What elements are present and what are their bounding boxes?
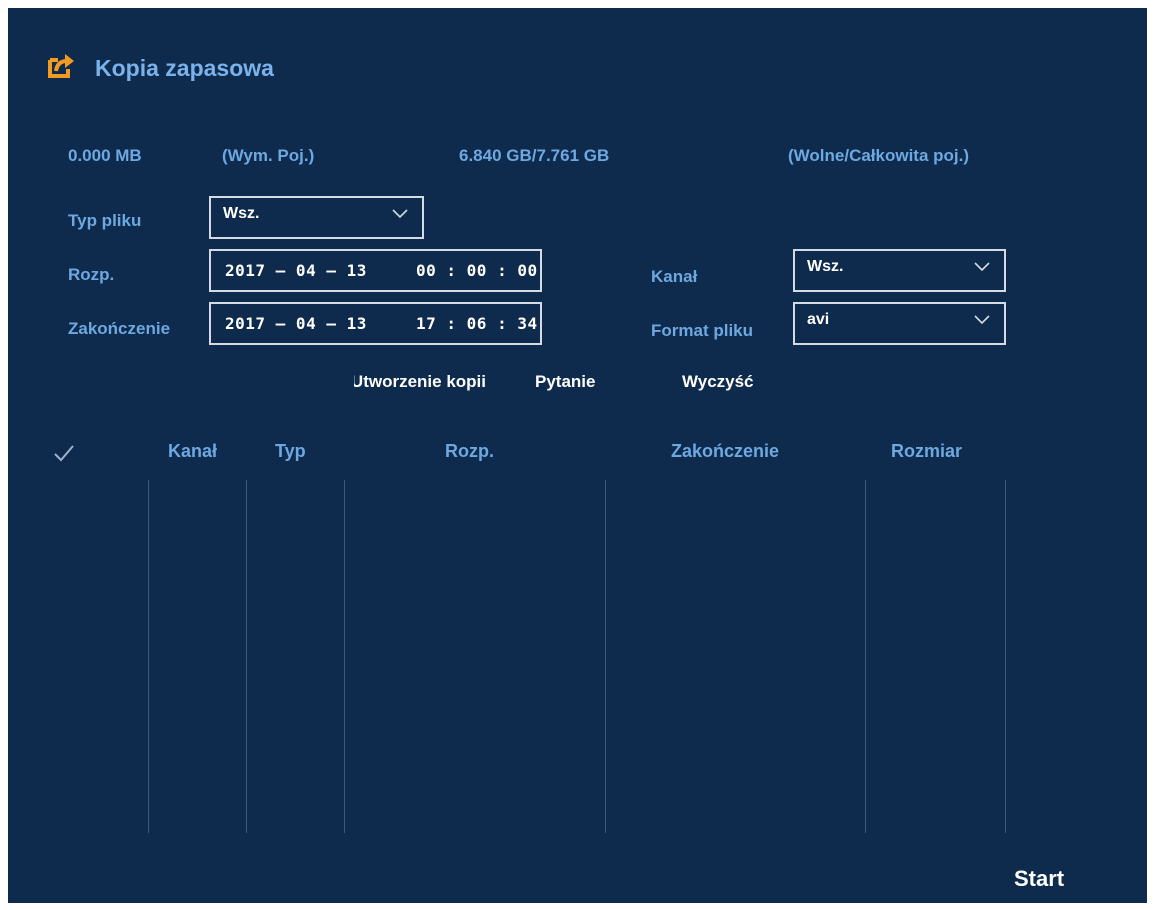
file-type-select[interactable]: Wsz. [209, 196, 424, 239]
column-header-size: Rozmiar [891, 441, 963, 461]
channel-select[interactable]: Wsz. [793, 249, 1006, 292]
column-divider [865, 480, 866, 833]
file-format-value: avi [807, 311, 830, 328]
column-divider [148, 480, 149, 833]
channel-label: Kanał [651, 267, 698, 286]
chevron-down-icon [974, 262, 990, 272]
create-backup-button[interactable]: Utworzenie kopii [354, 372, 486, 392]
backup-size-value: 0.000 MB [68, 146, 142, 165]
start-time[interactable]: 00 : 00 : 00 [416, 261, 538, 280]
capacity-label: (Wolne/Całkowita poj.) [788, 146, 970, 165]
column-divider [344, 480, 345, 833]
capacity-value: 6.840 GB/7.761 GB [459, 146, 610, 165]
column-header-end: Zakończenie [671, 441, 780, 461]
column-header-start: Rozp. [445, 441, 494, 461]
column-header-channel: Kanał [168, 441, 218, 461]
end-label: Zakończenie [68, 319, 171, 338]
end-datetime-field[interactable]: 2017 – 04 – 13 17 : 06 : 34 [209, 302, 542, 345]
start-button[interactable]: Start [1014, 866, 1064, 892]
clear-button[interactable]: Wyczyść [682, 372, 754, 392]
start-date[interactable]: 2017 – 04 – 13 [225, 261, 367, 280]
end-time[interactable]: 17 : 06 : 34 [416, 314, 538, 333]
export-icon [46, 52, 76, 80]
file-type-label: Typ pliku [68, 211, 142, 230]
select-all-checkmark-icon[interactable] [53, 443, 75, 463]
page-title: Kopia zapasowa [95, 55, 274, 81]
chevron-down-icon [974, 315, 990, 325]
backup-panel: Kopia zapasowa 0.000 MB (Wym. Poj.) 6.84… [8, 8, 1147, 903]
create-backup-button-clip: Utworzenie kopii [354, 372, 486, 396]
file-format-label: Format pliku [651, 321, 754, 340]
channel-value: Wsz. [807, 258, 844, 275]
column-header-type: Typ [275, 441, 306, 461]
column-divider [1005, 480, 1006, 833]
start-datetime-field[interactable]: 2017 – 04 – 13 00 : 00 : 00 [209, 249, 542, 292]
query-button[interactable]: Pytanie [535, 372, 595, 392]
end-date[interactable]: 2017 – 04 – 13 [225, 314, 367, 333]
column-divider [246, 480, 247, 833]
column-divider [605, 480, 606, 833]
start-label: Rozp. [68, 265, 115, 284]
file-format-select[interactable]: avi [793, 302, 1006, 345]
backup-size-label: (Wym. Poj.) [222, 146, 315, 165]
file-type-value: Wsz. [223, 205, 260, 222]
file-list-table[interactable] [38, 478, 1108, 836]
chevron-down-icon [392, 209, 408, 219]
